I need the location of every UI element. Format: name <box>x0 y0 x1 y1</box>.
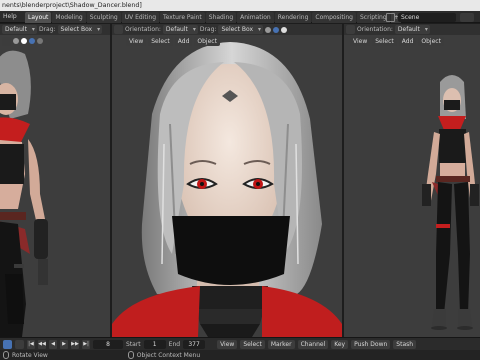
drag-dropdown-left[interactable]: Select Box <box>57 25 103 34</box>
menu-add-right[interactable]: Add <box>398 37 417 46</box>
editor-type-icon[interactable] <box>114 25 123 34</box>
menu-view-timeline[interactable]: View <box>217 339 238 349</box>
character-render-right <box>422 75 479 330</box>
drag-label-left: Drag: <box>38 26 56 33</box>
scene-icon <box>386 12 395 22</box>
status-context-menu: Object Context Menu <box>136 351 201 359</box>
scene-selector: Scene <box>386 12 480 22</box>
help-menu[interactable]: Help <box>1 12 19 22</box>
menu-key-timeline[interactable]: Key <box>331 339 349 349</box>
drag-dropdown-middle[interactable]: Select Box <box>218 25 264 34</box>
jump-end-icon[interactable]: ▶| <box>82 339 90 349</box>
mouse-right-icon <box>127 351 134 359</box>
menu-select-right[interactable]: Select <box>372 37 397 46</box>
current-frame-field[interactable]: 8 <box>93 339 123 349</box>
workspace-tabs: Layout Modeling Sculpting UV Editing Tex… <box>25 12 402 23</box>
viewport-left-header: Default Drag: Select Box <box>0 24 110 35</box>
menu-object-right[interactable]: Object <box>418 37 444 46</box>
tab-uv-editing[interactable]: UV Editing <box>121 12 160 23</box>
menu-add-middle[interactable]: Add <box>174 37 193 46</box>
keyframe-icon[interactable] <box>3 339 12 349</box>
solid-shading-icon[interactable] <box>265 26 272 33</box>
viewport-middle-header: Orientation: Default Drag: Select Box <box>112 24 342 35</box>
material-shading-icon[interactable] <box>281 26 288 33</box>
viewport-middle[interactable] <box>112 24 342 337</box>
start-frame-field[interactable]: 1 <box>143 339 166 349</box>
tab-texture-paint[interactable]: Texture Paint <box>160 12 205 23</box>
solid-shading-icon[interactable] <box>13 38 19 44</box>
prev-key-icon[interactable]: ◀◀ <box>38 339 46 349</box>
menu-marker-timeline[interactable]: Marker <box>267 339 295 349</box>
scene-browse-button[interactable] <box>460 12 474 22</box>
end-frame-field[interactable]: 377 <box>183 339 206 349</box>
menu-object-middle[interactable]: Object <box>194 37 220 46</box>
editor-type-icon[interactable] <box>346 25 355 34</box>
tab-layout[interactable]: Layout <box>25 12 52 23</box>
wireframe-shading-icon[interactable] <box>37 38 43 44</box>
workspace-bar: Help Layout Modeling Sculpting UV Editin… <box>0 11 480 23</box>
rendered-shading-icon[interactable] <box>273 26 280 33</box>
character-render-left <box>0 50 48 337</box>
timeline-header: |◀ ◀◀ ◀ ▶ ▶▶ ▶| 8 Start 1 End 377 View S… <box>0 337 480 350</box>
menu-select-timeline[interactable]: Select <box>240 339 265 349</box>
orientation-label-middle: Orientation: <box>125 26 161 33</box>
menu-channel-timeline[interactable]: Channel <box>297 339 329 349</box>
menu-view-right[interactable]: View <box>350 37 371 46</box>
overlay-icon[interactable] <box>2 37 11 46</box>
play-reverse-icon[interactable]: ◀ <box>49 339 57 349</box>
tab-rendering[interactable]: Rendering <box>274 12 312 23</box>
play-icon[interactable]: ▶ <box>60 339 68 349</box>
rendered-shading-icon[interactable] <box>29 38 35 44</box>
auto-key-icon[interactable] <box>15 339 24 349</box>
start-label: Start <box>126 340 141 348</box>
orientation-label-right: Orientation: <box>357 26 393 33</box>
character-render-closeup <box>112 42 342 337</box>
viewport-left[interactable] <box>0 24 110 337</box>
tab-compositing[interactable]: Compositing <box>312 12 356 23</box>
orientation-dropdown-right[interactable]: Default <box>394 25 430 34</box>
tab-modeling[interactable]: Modeling <box>52 12 86 23</box>
viewport-left-overlay-toggles <box>2 37 43 47</box>
jump-start-icon[interactable]: |◀ <box>27 339 35 349</box>
material-shading-icon[interactable] <box>21 38 27 44</box>
push-down-button[interactable]: Push Down <box>351 339 391 349</box>
mouse-middle-icon <box>3 351 9 359</box>
menu-view-middle[interactable]: View <box>126 37 147 46</box>
window-title: nents\blenderproject\Shadow_Dancer.blend… <box>0 0 480 11</box>
viewport-right-menus: View Select Add Object <box>350 37 444 47</box>
drag-label-middle: Drag: <box>199 26 217 33</box>
status-rotate-view: Rotate View <box>12 351 48 359</box>
menu-select-middle[interactable]: Select <box>148 37 173 46</box>
scene-field[interactable]: Scene <box>398 12 456 22</box>
orientation-dropdown-middle[interactable]: Default <box>162 25 198 34</box>
end-label: End <box>168 340 181 348</box>
stash-button[interactable]: Stash <box>393 339 417 349</box>
tab-sculpting[interactable]: Sculpting <box>86 12 121 23</box>
tab-shading[interactable]: Shading <box>205 12 237 23</box>
viewport-right-header: Orientation: Default <box>344 24 480 35</box>
orientation-dropdown-left[interactable]: Default <box>2 25 37 34</box>
next-key-icon[interactable]: ▶▶ <box>71 339 79 349</box>
tab-scripting[interactable]: Scripting <box>356 12 390 23</box>
tab-animation[interactable]: Animation <box>237 12 274 23</box>
viewport-middle-menus: View Select Add Object <box>126 37 220 47</box>
viewport-right[interactable] <box>344 24 480 337</box>
status-bar: Rotate View Object Context Menu <box>0 350 480 360</box>
